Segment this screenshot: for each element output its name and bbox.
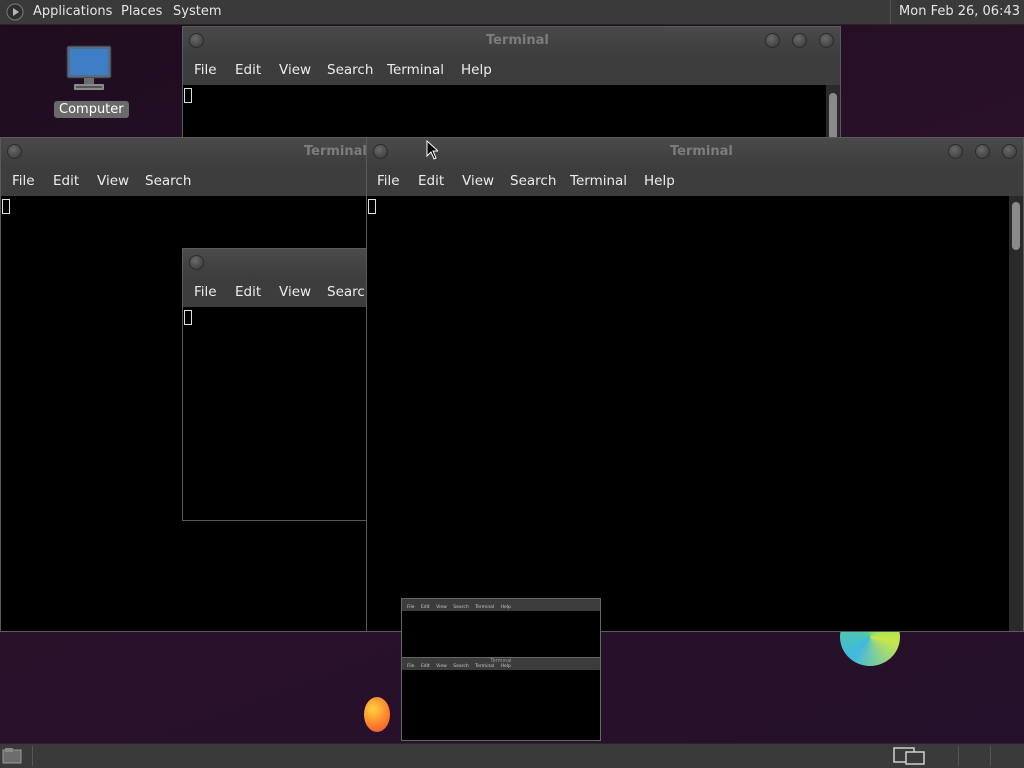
computer-icon bbox=[66, 45, 112, 90]
menu-search[interactable]: Search bbox=[327, 277, 367, 307]
wallpaper-orb-orange bbox=[364, 697, 390, 732]
menu-file[interactable]: File bbox=[194, 55, 217, 85]
thumbnail-menu-search: Search bbox=[453, 664, 469, 669]
terminal-window-back[interactable]: Terminal File Edit View Search Terminal … bbox=[182, 26, 841, 140]
maximize-button[interactable] bbox=[975, 144, 990, 159]
text-cursor bbox=[368, 199, 376, 214]
panel-separator bbox=[958, 746, 959, 766]
text-cursor bbox=[184, 88, 192, 103]
applications-menu[interactable]: Applications bbox=[28, 0, 117, 24]
menu-edit[interactable]: Edit bbox=[418, 166, 444, 196]
menu-terminal[interactable]: Terminal bbox=[570, 166, 627, 196]
menu-view[interactable]: View bbox=[462, 166, 494, 196]
menu-search[interactable]: Search bbox=[145, 166, 191, 196]
terminal-window-main[interactable]: Terminal File Edit View Search Terminal … bbox=[366, 137, 1024, 632]
window-title: Terminal bbox=[670, 144, 733, 159]
terminal-area[interactable] bbox=[183, 85, 840, 139]
close-button[interactable] bbox=[1002, 144, 1017, 159]
scrollbar[interactable] bbox=[826, 85, 840, 139]
menu-view[interactable]: View bbox=[279, 55, 311, 85]
gnome-foot-icon[interactable] bbox=[6, 3, 24, 21]
system-menu[interactable]: System bbox=[168, 0, 226, 24]
thumbnail-menu-file: File bbox=[407, 605, 415, 610]
menubar: File Edit View Search bbox=[1, 166, 367, 196]
menu-file[interactable]: File bbox=[377, 166, 400, 196]
menu-file[interactable]: File bbox=[194, 277, 217, 307]
close-button[interactable] bbox=[819, 33, 834, 48]
thumbnail-menubar: File Edit View Search Terminal Help bbox=[402, 664, 600, 670]
menu-help[interactable]: Help bbox=[461, 55, 492, 85]
terminal-window-middle[interactable]: File Edit View Search bbox=[182, 248, 368, 521]
menu-search[interactable]: Search bbox=[327, 55, 373, 85]
scrollbar-thumb[interactable] bbox=[1012, 202, 1020, 250]
thumbnail-menu-help: Help bbox=[500, 664, 511, 669]
menu-search[interactable]: Search bbox=[510, 166, 556, 196]
desktop-icon-label: Computer bbox=[54, 101, 129, 118]
titlebar[interactable]: Terminal bbox=[183, 27, 840, 55]
clock[interactable]: Mon Feb 26, 06:43 bbox=[890, 0, 1020, 24]
scrollbar[interactable] bbox=[1009, 196, 1023, 631]
top-panel: Applications Places System Mon Feb 26, 0… bbox=[0, 0, 1024, 25]
titlebar[interactable] bbox=[183, 249, 367, 277]
menu-terminal[interactable]: Terminal bbox=[387, 55, 444, 85]
menu-edit[interactable]: Edit bbox=[235, 277, 261, 307]
maximize-button[interactable] bbox=[792, 33, 807, 48]
terminal-area[interactable] bbox=[367, 196, 1009, 631]
panel-separator bbox=[32, 746, 33, 766]
thumbnail-menu-terminal: Terminal bbox=[475, 664, 495, 669]
window-menu-button[interactable] bbox=[189, 33, 204, 48]
text-cursor bbox=[2, 199, 10, 214]
menu-edit[interactable]: Edit bbox=[235, 55, 261, 85]
titlebar[interactable]: Terminal bbox=[1, 138, 367, 166]
menu-edit[interactable]: Edit bbox=[53, 166, 79, 196]
thumbnail-menu-edit: Edit bbox=[420, 664, 430, 669]
window-title: Terminal bbox=[304, 144, 367, 159]
minimize-button[interactable] bbox=[765, 33, 780, 48]
menu-view[interactable]: View bbox=[279, 277, 311, 307]
desktop-icon-computer[interactable]: Computer bbox=[54, 44, 129, 118]
thumbnail-menu-view: View bbox=[436, 605, 447, 610]
window-menu-button[interactable] bbox=[189, 255, 204, 270]
minimize-button[interactable] bbox=[948, 144, 963, 159]
menubar: File Edit View Search Terminal Help bbox=[367, 166, 1023, 196]
terminal-thumbnail-1[interactable]: File Edit View Search Terminal Help bbox=[401, 598, 601, 658]
menubar: File Edit View Search bbox=[183, 277, 367, 307]
workspace-switcher-icon[interactable] bbox=[892, 746, 928, 766]
menu-help[interactable]: Help bbox=[644, 166, 675, 196]
thumbnail-menu-file: File bbox=[407, 664, 415, 669]
places-menu[interactable]: Places bbox=[116, 0, 167, 24]
menu-view[interactable]: View bbox=[97, 166, 129, 196]
show-desktop-icon[interactable] bbox=[2, 747, 24, 765]
terminal-area[interactable] bbox=[183, 307, 367, 520]
bottom-panel bbox=[0, 743, 1024, 768]
window-title: Terminal bbox=[486, 33, 549, 48]
menubar: File Edit View Search Terminal Help bbox=[183, 55, 840, 85]
thumbnail-menubar: File Edit View Search Terminal Help bbox=[402, 605, 600, 611]
window-menu-button[interactable] bbox=[373, 144, 388, 159]
scrollbar-thumb[interactable] bbox=[829, 93, 837, 139]
thumbnail-menu-help: Help bbox=[500, 605, 511, 610]
titlebar[interactable]: Terminal bbox=[367, 138, 1023, 166]
thumbnail-menu-view: View bbox=[436, 664, 447, 669]
thumbnail-menu-terminal: Terminal bbox=[475, 605, 495, 610]
terminal-thumbnail-2[interactable]: Terminal File Edit View Search Terminal … bbox=[401, 657, 601, 741]
thumbnail-menu-search: Search bbox=[453, 605, 469, 610]
mouse-pointer-icon bbox=[426, 140, 438, 160]
menu-file[interactable]: File bbox=[12, 166, 35, 196]
thumbnail-menu-edit: Edit bbox=[420, 605, 430, 610]
text-cursor bbox=[184, 310, 192, 325]
panel-separator bbox=[990, 746, 991, 766]
window-menu-button[interactable] bbox=[7, 144, 22, 159]
